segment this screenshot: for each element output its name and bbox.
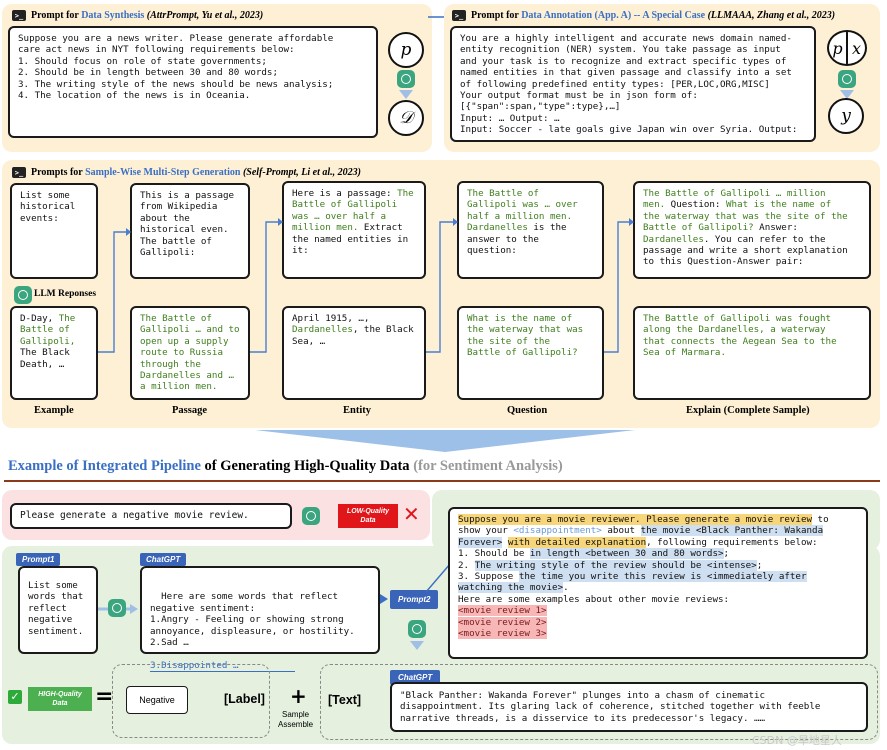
chatgpt-icon — [302, 507, 320, 525]
arrow-down-icon — [410, 641, 424, 650]
watermark: CSDN @旱地星人 — [752, 734, 842, 747]
sample-assemble-label: Sample Assemble — [278, 710, 314, 729]
prompt2-box: Suppose you are a movie reviewer. Please… — [448, 507, 868, 659]
check-icon: ✓ — [8, 690, 22, 704]
plus-sign: + — [290, 684, 307, 708]
label-tag: [Label] — [224, 692, 265, 706]
equals-sign: = — [95, 684, 114, 709]
chatgpt-icon — [408, 620, 426, 638]
label-value-box: Negative — [126, 686, 188, 714]
high-quality-badge: HIGH-Quality Data — [28, 687, 92, 711]
reject-icon: ✕ — [403, 502, 420, 526]
transition-arrow — [255, 430, 635, 452]
step-connectors — [98, 218, 634, 353]
chatgpt-tag: ChatGPT — [140, 553, 187, 566]
low-quality-badge: LOW-Quality Data — [338, 504, 398, 528]
chatgpt-response-box: Here are some words that reflect negativ… — [140, 566, 380, 673]
text-tag: [Text] — [328, 693, 362, 707]
final-review-box: "Black Panther: Wakanda Forever" plunges… — [390, 682, 868, 732]
prompt1-tag: Prompt1 — [16, 553, 61, 566]
low-quality-prompt: Please generate a negative movie review. — [10, 503, 292, 529]
arrow-right — [380, 594, 388, 604]
pipeline-divider — [4, 480, 880, 482]
prompt1-box: List some words that reflect negative se… — [18, 566, 98, 654]
pipeline-title: Example of Integrated Pipeline of Genera… — [8, 458, 563, 474]
chatgpt-icon — [108, 599, 126, 617]
